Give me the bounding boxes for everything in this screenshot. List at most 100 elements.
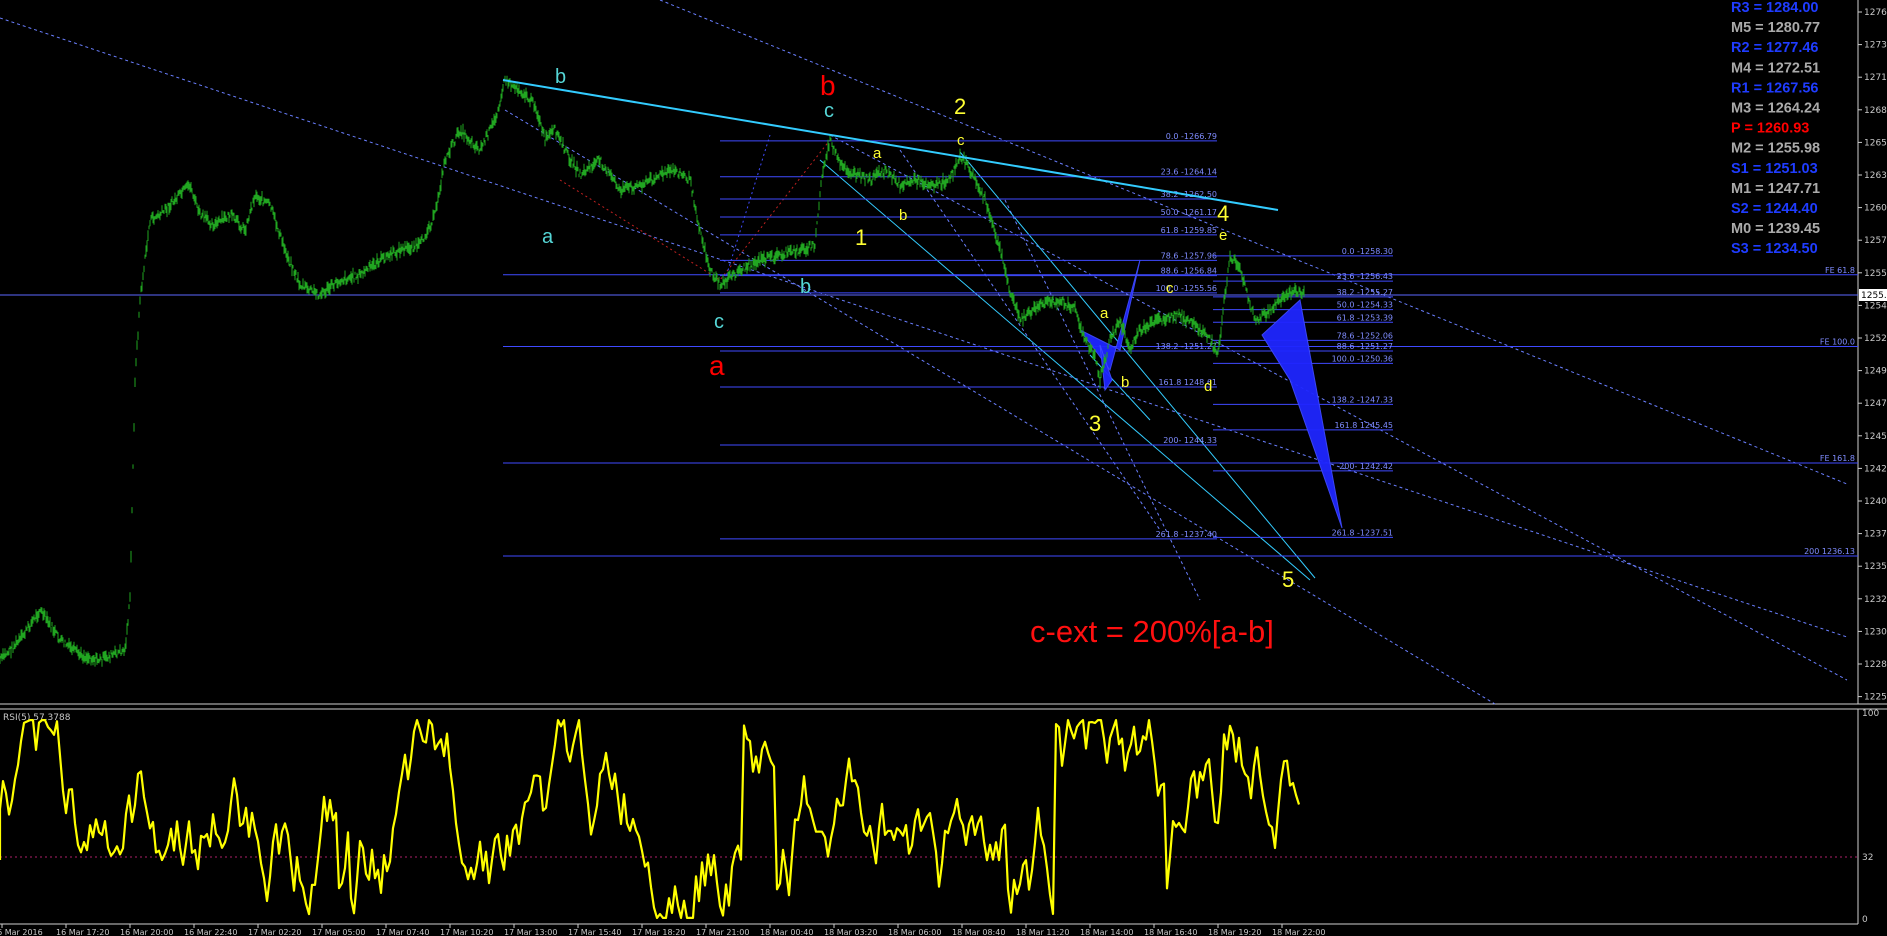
current-price-label: 1255.2 (1861, 291, 1887, 301)
fib-b-label: 23.6 -1256.43 (1337, 272, 1393, 281)
fib-b-label: 88.6 -1251.27 (1337, 342, 1393, 351)
fib-b-label: 61.8 -1253.39 (1337, 313, 1393, 322)
pivot-label: M1 = 1247.71 (1731, 181, 1820, 197)
fib-a-label: 78.6 -1257.96 (1161, 251, 1217, 260)
price-tick-label: 1276.6 (1864, 8, 1887, 18)
c-ext-annotation: c-ext = 200%[a-b] (1030, 614, 1274, 649)
fib-b-label: 50.0 -1254.33 (1337, 301, 1393, 310)
wave-label: 5 (1282, 567, 1294, 592)
time-tick-label: 17 Mar 07:40 (376, 928, 429, 936)
fib-a-label: 261.8 -1237.40 (1156, 530, 1217, 539)
time-tick-label: 17 Mar 05:00 (312, 928, 365, 936)
wave-label: a (873, 145, 882, 162)
fib-b-label: 0.0 -1258.30 (1342, 247, 1393, 256)
pivot-label: M3 = 1264.24 (1731, 101, 1820, 117)
price-tick-label: 1273.9 (1864, 41, 1887, 51)
wave-label: d (1204, 378, 1212, 395)
fib-a-label: 23.6 -1264.14 (1161, 168, 1217, 177)
wave-label: b (800, 276, 811, 298)
fib-b-label: 200- 1242.42 (1339, 462, 1393, 471)
price-tick-label: 1254.6 (1864, 301, 1887, 311)
fib-a-label: 50.0 -1261.17 (1161, 208, 1217, 217)
pivot-label: P = 1260.93 (1731, 121, 1809, 137)
price-tick-label: 1225.5 (1864, 693, 1887, 703)
price-tick-label: 1260.5 (1864, 204, 1887, 214)
price-tick-label: 1228.4 (1864, 660, 1887, 670)
wave-label: e (1219, 227, 1227, 244)
time-tick-label: 17 Mar 15:40 (568, 928, 621, 936)
time-tick-label: 18 Mar 08:40 (952, 928, 1005, 936)
pivot-label: R2 = 1277.46 (1731, 40, 1818, 56)
pivot-label: S2 = 1244.40 (1731, 201, 1818, 217)
fe-label: FE 61.8 (1825, 266, 1855, 275)
fib-b-label: 38.2 -1255.27 (1337, 288, 1393, 297)
wave-label: 2 (954, 94, 966, 119)
fib-b-label: 161.8 1245.45 (1334, 421, 1393, 430)
fib-a-label: 138.2 -1251.27 (1156, 342, 1217, 351)
fib-b-label: 78.6 -1252.06 (1337, 331, 1393, 340)
fib-a-label: 0.0 -1266.79 (1166, 132, 1217, 141)
fib-b-label: 100.0 -1250.36 (1332, 354, 1393, 363)
fe-label: FE 161.8 (1820, 454, 1855, 463)
wave-label: a (709, 350, 725, 381)
time-tick-label: 18 Mar 19:20 (1208, 928, 1261, 936)
wave-label: c (1166, 280, 1174, 297)
time-tick-label: 17 Mar 13:00 (504, 928, 557, 936)
time-tick-label: 18 Mar 16:40 (1144, 928, 1197, 936)
price-tick-label: 1255.4 (1864, 269, 1887, 279)
price-tick-label: 1237.7 (1864, 530, 1887, 540)
wave-label: c (957, 132, 965, 149)
price-tick-label: 1230.0 (1864, 627, 1887, 637)
wave-label: a (1100, 305, 1109, 322)
price-tick-label: 1257.9 (1864, 236, 1887, 246)
fib-a-label: 61.8 -1259.85 (1161, 226, 1217, 235)
pivot-label: R3 = 1284.00 (1731, 0, 1818, 16)
wave-label: b (555, 66, 566, 88)
price-tick-label: 1240.1 (1864, 497, 1887, 507)
time-tick-label: 18 Mar 14:00 (1080, 928, 1133, 936)
chart-canvas[interactable]: FE 61.8 FE 100.0 FE 161.8 200 1236.13 0.0 -… (0, 0, 1887, 936)
fe-label: 200 1236.13 (1804, 547, 1855, 556)
pivot-label: M2 = 1255.98 (1731, 141, 1820, 157)
price-tick-label: 1263.1 (1864, 171, 1887, 181)
time-tick-label: 18 Mar 00:40 (760, 928, 813, 936)
price-tick-label: 1242.5 (1864, 464, 1887, 474)
fib-b-label: 261.8 -1237.51 (1332, 528, 1393, 537)
time-tick-label: 16 Mar 2016 (0, 928, 43, 936)
wave-label: 4 (1217, 201, 1229, 226)
pivot-label: M5 = 1280.77 (1731, 20, 1820, 36)
fib-a-label: 100.0 -1255.56 (1156, 284, 1217, 293)
price-tick-label: 1245.0 (1864, 432, 1887, 442)
time-tick-label: 18 Mar 06:00 (888, 928, 941, 936)
wave-label: c (714, 311, 724, 333)
pivot-label: M4 = 1272.51 (1731, 60, 1820, 76)
wave-label: b (899, 207, 907, 224)
time-tick-label: 16 Mar 20:00 (120, 928, 173, 936)
time-tick-label: 18 Mar 03:20 (824, 928, 877, 936)
wave-label: 1 (855, 225, 867, 250)
wave-label: c (824, 100, 834, 122)
time-tick-label: 17 Mar 18:20 (632, 928, 685, 936)
time-tick-label: 16 Mar 22:40 (184, 928, 237, 936)
wave-label: b (1121, 374, 1129, 391)
time-tick-label: 18 Mar 11:20 (1016, 928, 1069, 936)
pivot-label: R1 = 1267.56 (1731, 80, 1818, 96)
price-tick-label: 1232.6 (1864, 595, 1887, 605)
wave-label: a (542, 226, 554, 248)
price-tick-label: 1249.7 (1864, 367, 1887, 377)
pivot-label: S1 = 1251.03 (1731, 161, 1818, 177)
pivot-label: S3 = 1234.50 (1731, 241, 1818, 257)
rsi-title: RSI(5) 57.3788 (3, 713, 71, 723)
rsi-scale-32: 32 (1862, 853, 1873, 863)
rsi-scale-100: 100 (1862, 709, 1879, 719)
price-tick-label: 1268.4 (1864, 106, 1887, 116)
wave-label: b (820, 70, 836, 101)
fe-label: FE 100.0 (1820, 338, 1855, 347)
fib-a-label: 88.6 -1256.84 (1161, 267, 1217, 276)
time-tick-label: 17 Mar 21:00 (696, 928, 749, 936)
rsi-scale-0: 0 (1862, 915, 1868, 925)
pivot-label: M0 = 1239.45 (1731, 221, 1820, 237)
price-tick-label: 1235.1 (1864, 562, 1887, 572)
wave-label: 3 (1089, 411, 1101, 436)
time-tick-label: 17 Mar 02:20 (248, 928, 301, 936)
